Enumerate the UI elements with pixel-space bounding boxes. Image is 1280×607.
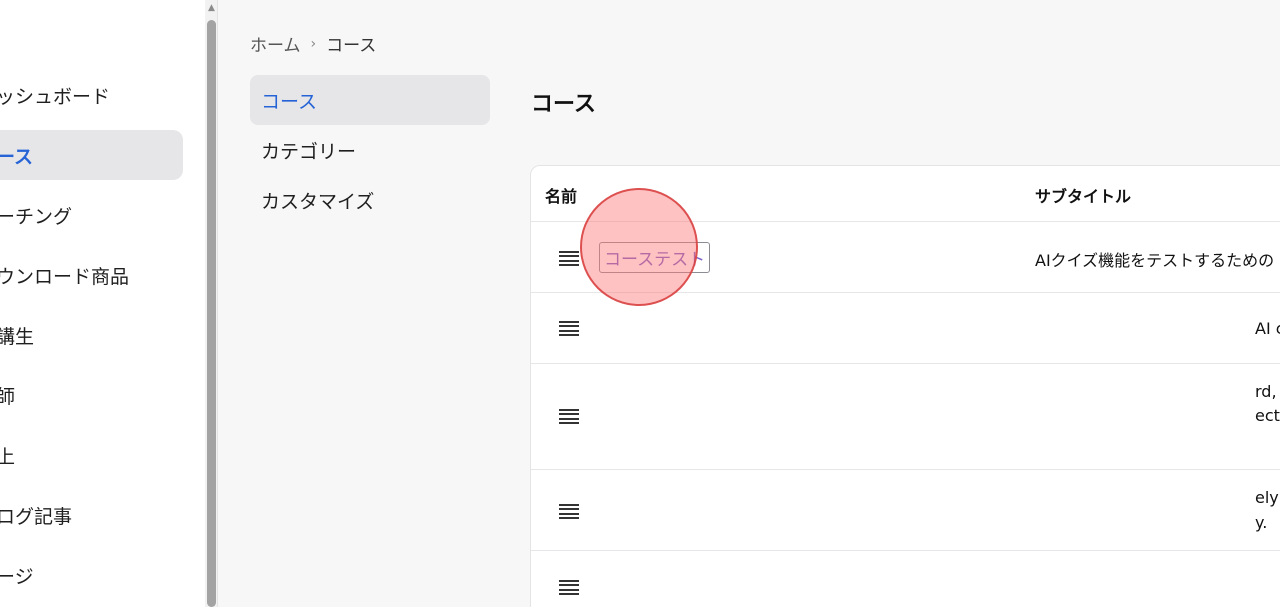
course-subtitle: AIクイズ機能をテストするための	[1035, 251, 1275, 270]
sidebar-item-pages[interactable]: ージ	[0, 550, 183, 600]
course-subtitle: ect	[1255, 406, 1280, 425]
drag-handle-icon[interactable]	[559, 251, 579, 266]
scrollbar-thumb[interactable]	[207, 20, 216, 607]
chevron-right-icon: ›	[310, 35, 317, 52]
table-row[interactable]	[531, 550, 1280, 607]
sidebar-item-label: ース	[0, 145, 34, 168]
subnav-item-label: カスタマイズ	[261, 190, 375, 213]
main-sidebar: ッシュボード ース ーチング ウンロード商品 講生 師 上 ログ記事 ージ	[0, 0, 205, 607]
column-header-subtitle[interactable]: サブタイトル	[1035, 183, 1131, 207]
sidebar-item-coaching[interactable]: ーチング	[0, 190, 183, 240]
column-header-name[interactable]: 名前	[545, 183, 577, 207]
breadcrumb: ホーム › コース	[250, 31, 377, 57]
drag-handle-icon[interactable]	[559, 321, 579, 336]
sidebar-scrollbar[interactable]: ▲	[205, 0, 218, 607]
sidebar-item-students[interactable]: 講生	[0, 310, 183, 360]
sidebar-item-courses[interactable]: ース	[0, 130, 183, 180]
breadcrumb-current: コース	[326, 36, 377, 56]
subnav-item-label: コース	[261, 90, 318, 113]
sidebar-item-label: ウンロード商品	[0, 265, 130, 288]
subnav-item-categories[interactable]: カテゴリー	[250, 125, 490, 175]
sidebar-item-label: ッシュボード	[0, 85, 111, 108]
subnav-item-label: カテゴリー	[261, 140, 357, 163]
sidebar-item-label: ログ記事	[0, 505, 73, 528]
drag-handle-icon[interactable]	[559, 409, 579, 424]
drag-handle-icon[interactable]	[559, 580, 579, 595]
breadcrumb-home-link[interactable]: ホーム	[250, 31, 301, 56]
scroll-up-arrow-icon[interactable]: ▲	[206, 2, 217, 14]
drag-handle-icon[interactable]	[559, 504, 579, 519]
sidebar-item-label: ージ	[0, 565, 34, 588]
page-title: コース	[531, 92, 596, 117]
sidebar-item-instructors[interactable]: 師	[0, 370, 183, 420]
sidebar-item-blog[interactable]: ログ記事	[0, 490, 183, 540]
table-row[interactable]: ely y.	[531, 469, 1280, 550]
sidebar-item-downloads[interactable]: ウンロード商品	[0, 250, 183, 300]
sidebar-item-label: ーチング	[0, 205, 73, 228]
course-subtitle: AI c	[1255, 319, 1280, 338]
sidebar-item-label: 上	[0, 445, 16, 468]
subnav-item-customize[interactable]: カスタマイズ	[250, 175, 490, 225]
course-subtitle: ely	[1255, 488, 1279, 507]
sidebar-item-label: 講生	[0, 325, 35, 348]
click-indicator	[580, 188, 698, 306]
app: ッシュボード ース ーチング ウンロード商品 講生 師 上 ログ記事 ージ ▲	[0, 0, 1280, 607]
sidebar-item-label: 師	[0, 385, 16, 408]
subnav-item-courses[interactable]: コース	[250, 75, 490, 125]
course-subtitle: y.	[1255, 513, 1268, 532]
sidebar-item-sales[interactable]: 上	[0, 430, 183, 480]
table-row[interactable]: rd, p ect	[531, 363, 1280, 469]
sidebar-item-dashboard[interactable]: ッシュボード	[0, 70, 183, 120]
course-subtitle: rd, p	[1255, 382, 1280, 401]
